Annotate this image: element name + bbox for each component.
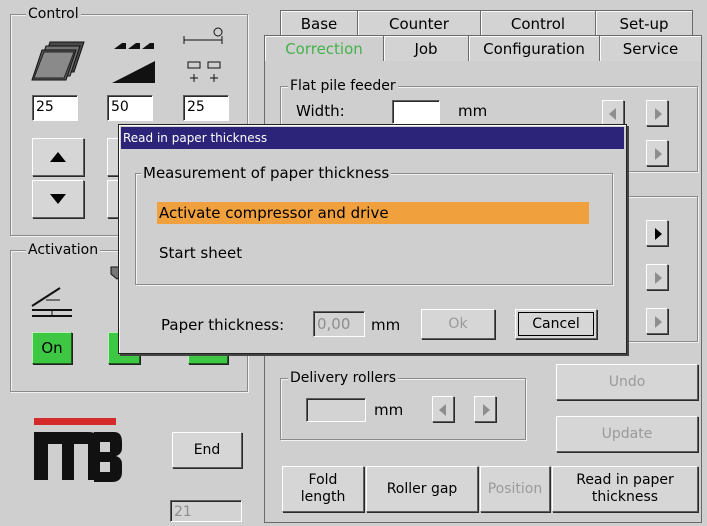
control-group-title: Control [26,6,81,22]
setting-2-increase-button[interactable] [646,264,668,290]
undo-button[interactable]: Undo [556,364,698,400]
decrease-button[interactable] [32,180,84,218]
tab-job[interactable]: Job [383,35,469,61]
activation-group-title: Activation [26,242,101,258]
width-label: Width: [296,102,345,120]
bottom-value-field: 21 [170,500,242,522]
ok-button[interactable]: Ok [421,309,495,339]
arrow-up-icon [50,152,66,162]
dashes-icon [112,38,156,49]
tab-correction[interactable]: Correction [264,35,384,61]
thickness-field: 0,00 [313,311,365,337]
setting-1-increase-button[interactable] [646,220,668,246]
tab-set-up[interactable]: Set-up [595,10,693,36]
feeder-row2-increase-button[interactable] [646,140,668,166]
paper-stack-icon [30,28,90,82]
width-unit: mm [458,102,488,120]
activation-on-button[interactable]: On [32,332,72,364]
roller-gap-button[interactable]: Roller gap [366,466,478,512]
start-sheet-item[interactable]: Start sheet [157,242,589,264]
feeder-icon [30,284,74,320]
tab-base[interactable]: Base [280,10,358,36]
m3-logo [28,418,124,488]
read-thickness-button[interactable]: Read in paper thickness [552,466,698,512]
control-value-2[interactable]: 50 [107,95,153,121]
measurement-group [135,173,613,285]
cancel-button[interactable]: Cancel [515,309,597,339]
ramp-icon [112,60,156,84]
position-button[interactable]: Position [480,466,550,512]
delivery-rollers-field [306,398,366,422]
tab-control[interactable]: Control [480,10,596,36]
control-value-1[interactable]: 25 [32,95,78,121]
measurement-group-title: Measurement of paper thickness [141,164,392,182]
arrow-down-icon [50,194,66,204]
tab-configuration[interactable]: Configuration [468,35,600,61]
delivery-rollers-unit: mm [374,401,404,419]
thickness-label: Paper thickness: [161,316,285,334]
end-button[interactable]: End [172,432,242,468]
setting-3-increase-button[interactable] [646,308,668,334]
gap-gauge-icon [186,60,226,84]
width-decrease-button[interactable] [602,100,624,126]
tab-service[interactable]: Service [599,35,702,61]
delivery-rollers-title: Delivery rollers [288,370,399,386]
thickness-unit: mm [371,316,401,334]
tab-counter[interactable]: Counter [357,10,481,36]
delivery-rollers-decrease-button[interactable] [432,396,454,422]
update-button[interactable]: Update [556,416,698,452]
width-field[interactable] [392,100,440,124]
delivery-rollers-increase-button[interactable] [474,396,496,422]
dialog-titlebar[interactable]: Read in paper thickness [121,127,624,149]
increase-button[interactable] [32,138,84,176]
read-thickness-dialog: Read in paper thickness Measurement of p… [118,124,627,354]
activate-compressor-item[interactable]: Activate compressor and drive [157,202,589,224]
width-gauge-icon [180,26,228,50]
width-increase-button[interactable] [646,100,668,126]
flat-pile-feeder-title: Flat pile feeder [288,78,398,94]
fold-length-button[interactable]: Fold length [282,466,364,512]
control-value-3[interactable]: 25 [183,95,229,121]
